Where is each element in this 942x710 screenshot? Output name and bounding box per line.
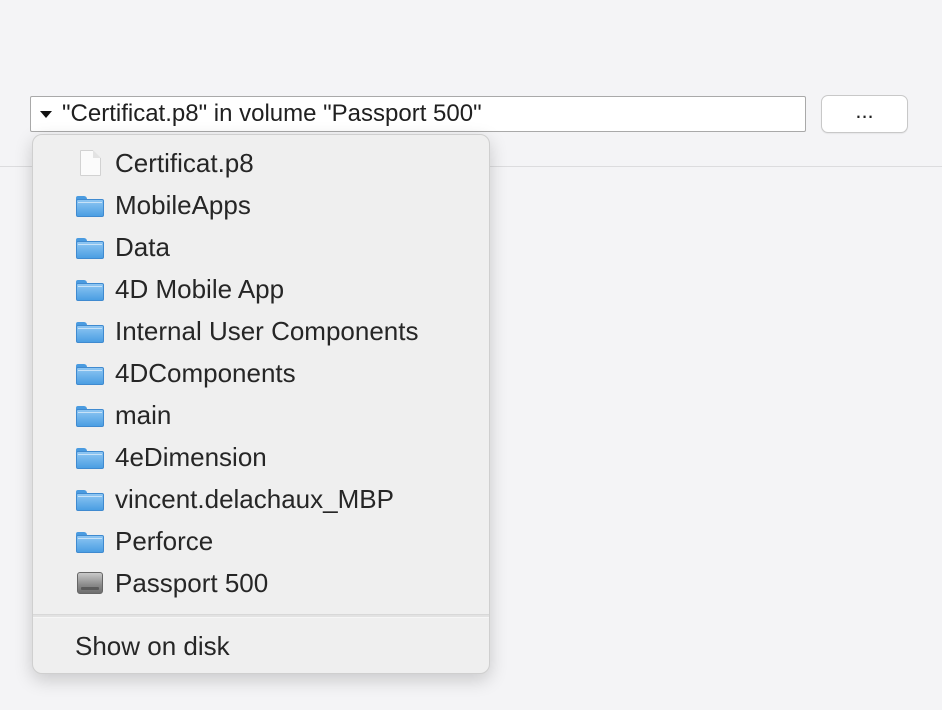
menu-separator: [33, 614, 489, 618]
folder-icon: [75, 192, 105, 218]
folder-icon: [75, 360, 105, 386]
menu-item-label: Passport 500: [115, 567, 269, 598]
menu-item-label: Perforce: [115, 525, 214, 556]
menu-item-main[interactable]: main: [33, 394, 489, 436]
menu-item-certificat-p8[interactable]: Certificat.p8: [33, 142, 489, 184]
folder-icon: [75, 528, 105, 554]
path-dropdown-menu: Certificat.p8 MobileApps Data 4D Mobile …: [32, 134, 490, 674]
folder-icon: [75, 402, 105, 428]
folder-icon: [75, 234, 105, 260]
folder-icon: [75, 444, 105, 470]
menu-item-4edimension[interactable]: 4eDimension: [33, 436, 489, 478]
menu-item-label: vincent.delachaux_MBP: [115, 483, 394, 514]
menu-item-label: Data: [115, 231, 170, 262]
folder-icon: [75, 276, 105, 302]
path-popup-menu[interactable]: "Certificat.p8" in volume "Passport 500": [30, 96, 806, 132]
show-on-disk-menu-item[interactable]: Show on disk: [33, 625, 489, 667]
menu-item-mobileapps[interactable]: MobileApps: [33, 184, 489, 226]
hard-drive-icon: [75, 570, 105, 596]
path-component-list: Certificat.p8 MobileApps Data 4D Mobile …: [33, 142, 489, 604]
page: "Certificat.p8" in volume "Passport 500"…: [0, 0, 942, 710]
menu-item-perforce[interactable]: Perforce: [33, 520, 489, 562]
menu-item-label: 4D Mobile App: [115, 273, 285, 304]
menu-item-label: Certificat.p8: [115, 147, 254, 178]
browse-button[interactable]: ...: [821, 95, 908, 133]
menu-item-4d-mobile-app[interactable]: 4D Mobile App: [33, 268, 489, 310]
folder-icon: [75, 486, 105, 512]
menu-item-data[interactable]: Data: [33, 226, 489, 268]
menu-item-label: Internal User Components: [115, 315, 419, 346]
document-icon: [75, 150, 105, 176]
show-on-disk-label: Show on disk: [75, 630, 230, 661]
path-popup-value: "Certificat.p8" in volume "Passport 500": [62, 100, 482, 127]
menu-item-label: 4eDimension: [115, 441, 267, 472]
browse-button-label: ...: [855, 98, 874, 123]
folder-icon: [75, 318, 105, 344]
menu-item-label: MobileApps: [115, 189, 251, 220]
menu-item-label: main: [115, 399, 172, 430]
menu-item-passport-500[interactable]: Passport 500: [33, 562, 489, 604]
menu-item-label: 4DComponents: [115, 357, 296, 388]
disclosure-triangle-icon[interactable]: [40, 111, 52, 118]
menu-item-internal-user-components[interactable]: Internal User Components: [33, 310, 489, 352]
menu-item-4dcomponents[interactable]: 4DComponents: [33, 352, 489, 394]
menu-item-vincent-delachaux-mbp[interactable]: vincent.delachaux_MBP: [33, 478, 489, 520]
